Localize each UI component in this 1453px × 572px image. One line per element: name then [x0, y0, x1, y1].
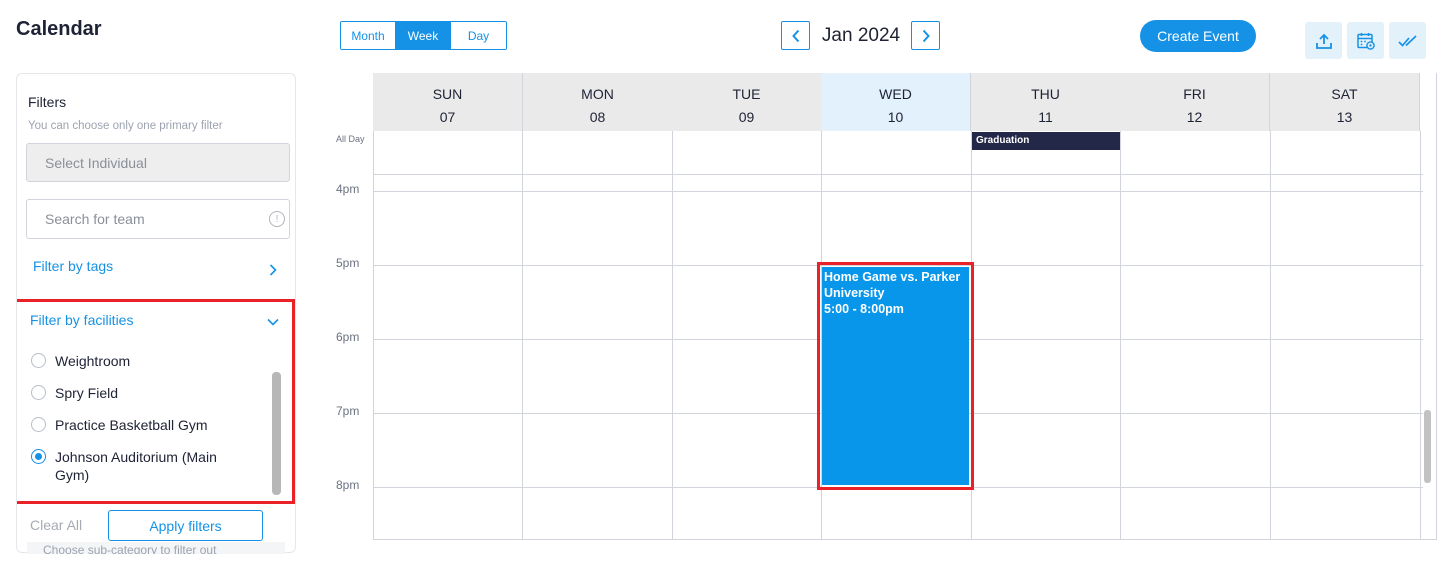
chevron-right-icon — [922, 29, 930, 42]
filters-hint: You can choose only one primary filter — [28, 120, 223, 132]
month-view-button[interactable]: Month — [341, 22, 396, 49]
export-button[interactable] — [1305, 22, 1342, 59]
day-number: 09 — [738, 109, 755, 125]
time-label: 4pm — [336, 182, 360, 196]
facility-option[interactable]: Weightroom — [31, 352, 261, 370]
facility-label: Spry Field — [55, 385, 119, 401]
apply-filters-button[interactable]: Apply filters — [108, 510, 263, 541]
radio-button[interactable] — [31, 417, 46, 432]
day-view-button[interactable]: Day — [451, 22, 506, 49]
column-divider — [1120, 131, 1121, 540]
filters-title: Filters — [28, 94, 67, 110]
radio-button-selected[interactable] — [31, 449, 46, 464]
day-number: 10 — [887, 109, 904, 125]
mark-all-button[interactable] — [1389, 22, 1426, 59]
time-label: 6pm — [336, 330, 360, 344]
view-toggle: Month Week Day — [340, 21, 507, 50]
double-check-icon — [1397, 34, 1417, 47]
filter-by-facilities-toggle[interactable]: Filter by facilities — [30, 312, 133, 328]
calendar-settings-button[interactable] — [1347, 22, 1384, 59]
day-name: SAT — [1331, 86, 1358, 102]
day-header-sun[interactable]: SUN 07 — [373, 73, 523, 131]
day-number: 08 — [589, 109, 606, 125]
subcategory-hint: Choose sub-category to filter out — [27, 542, 285, 554]
radio-button[interactable] — [31, 385, 46, 400]
info-icon: ! — [269, 211, 285, 227]
previous-week-button[interactable] — [781, 21, 810, 50]
day-number: 12 — [1186, 109, 1203, 125]
current-date-label: Jan 2024 — [821, 25, 901, 46]
day-name: THU — [1031, 86, 1060, 102]
facility-label: Practice Basketball Gym — [55, 417, 208, 433]
select-individual-dropdown[interactable]: Select Individual — [26, 143, 290, 182]
day-number: 07 — [439, 109, 456, 125]
week-view-button[interactable]: Week — [396, 22, 451, 49]
day-number: 13 — [1336, 109, 1353, 125]
facility-option[interactable]: Practice Basketball Gym — [31, 416, 261, 434]
allday-label: All Day — [336, 134, 365, 144]
facility-label: Johnson Auditorium (Main Gym) — [55, 449, 217, 483]
create-event-button[interactable]: Create Event — [1140, 20, 1256, 52]
time-label: 5pm — [336, 256, 360, 270]
event-title: Home Game vs. Parker University — [824, 270, 961, 300]
hour-line — [373, 191, 1423, 192]
time-label: 7pm — [336, 404, 360, 418]
facilities-list: Weightroom Spry Field Practice Basketbal… — [31, 352, 261, 498]
calendar-settings-icon — [1356, 32, 1375, 50]
day-number: 11 — [1038, 109, 1053, 125]
filter-panel: Filters You can choose only one primary … — [16, 73, 296, 553]
graduation-event[interactable]: Graduation — [972, 132, 1120, 150]
event-time: 5:00 - 8:00pm — [824, 302, 904, 316]
chevron-left-icon — [791, 29, 799, 42]
column-divider — [1420, 131, 1421, 540]
day-header-wed[interactable]: WED 10 — [821, 73, 971, 131]
time-label: 8pm — [336, 478, 360, 492]
day-header-mon[interactable]: MON 08 — [523, 73, 673, 131]
home-game-highlight: Home Game vs. Parker University 5:00 - 8… — [817, 262, 974, 490]
day-name: FRI — [1183, 86, 1206, 102]
day-name: TUE — [732, 86, 761, 102]
week-calendar: SUN 07 MON 08 TUE 09 WED 10 THU 11 FRI 1… — [330, 73, 1437, 540]
home-game-event[interactable]: Home Game vs. Parker University 5:00 - 8… — [822, 267, 969, 485]
day-name: MON — [581, 86, 614, 102]
radio-button[interactable] — [31, 353, 46, 368]
facilities-filter-section: Filter by facilities Weightroom Spry Fie… — [17, 299, 295, 504]
column-divider — [1270, 131, 1271, 540]
day-header-fri[interactable]: FRI 12 — [1120, 73, 1270, 131]
facility-option[interactable]: Johnson Auditorium (Main Gym) — [31, 448, 261, 484]
page-title: Calendar — [16, 18, 102, 40]
filter-by-tags-toggle[interactable]: Filter by tags — [33, 258, 113, 274]
calendar-scrollbar[interactable] — [1424, 410, 1431, 483]
search-team-field: ! — [26, 199, 290, 239]
facilities-scrollbar[interactable] — [272, 372, 281, 495]
day-header-thu[interactable]: THU 11 — [971, 73, 1121, 131]
column-divider — [672, 131, 673, 540]
search-team-input[interactable] — [27, 200, 247, 238]
facility-option[interactable]: Spry Field — [31, 384, 261, 402]
day-header-tue[interactable]: TUE 09 — [672, 73, 822, 131]
clear-all-button[interactable]: Clear All — [30, 517, 82, 533]
column-divider — [522, 131, 523, 540]
chevron-right-icon — [269, 264, 277, 276]
upload-icon — [1315, 33, 1332, 49]
day-name: SUN — [432, 86, 463, 102]
facility-label: Weightroom — [55, 353, 131, 369]
allday-divider — [373, 174, 1423, 175]
next-week-button[interactable] — [911, 21, 940, 50]
chevron-down-icon — [267, 318, 279, 326]
day-header-sat[interactable]: SAT 13 — [1270, 73, 1420, 131]
day-name: WED — [879, 86, 912, 102]
